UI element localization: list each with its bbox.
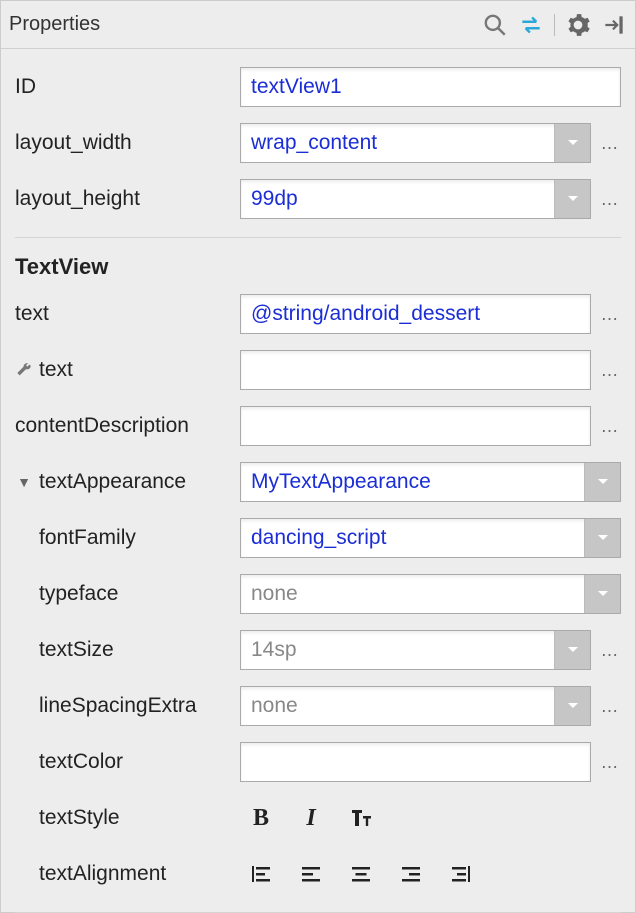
swap-icon[interactable] [518, 12, 544, 38]
row-content-description: contentDescription … [15, 398, 621, 454]
text-style-buttons: B I [240, 803, 376, 833]
combo-value: none [241, 687, 554, 725]
more-button[interactable]: … [599, 696, 621, 717]
collapse-triangle-icon[interactable]: ▼ [15, 474, 33, 490]
label-font-family: fontFamily [15, 526, 240, 550]
row-text-style: textStyle B I [15, 790, 621, 846]
combo-layout-width[interactable]: wrap_content [240, 123, 591, 163]
label-text-span: textAppearance [39, 470, 186, 494]
label-line-spacing: lineSpacingExtra [15, 694, 240, 718]
combo-line-spacing[interactable]: none [240, 686, 591, 726]
row-text-appearance: ▼ textAppearance MyTextAppearance [15, 454, 621, 510]
combo-value: dancing_script [241, 519, 584, 557]
input-content-description[interactable] [240, 406, 591, 446]
label-text-span: text [39, 358, 73, 382]
align-viewend-button[interactable] [446, 859, 476, 889]
chevron-down-icon[interactable] [554, 124, 590, 162]
gear-icon[interactable] [565, 12, 591, 38]
section-title-textview: TextView [15, 244, 621, 286]
input-text-color[interactable] [240, 742, 591, 782]
row-layout-height: layout_height 99dp … [15, 171, 621, 227]
label-content-description: contentDescription [15, 414, 240, 438]
row-id: ID textView1 [15, 59, 621, 115]
more-button[interactable]: … [599, 360, 621, 381]
align-right-button[interactable] [396, 859, 426, 889]
label-text-appearance: ▼ textAppearance [15, 470, 240, 494]
properties-panel: ID textView1 layout_width wrap_content …… [1, 49, 635, 913]
input-tools-text[interactable] [240, 350, 591, 390]
combo-text-size[interactable]: 14sp [240, 630, 591, 670]
chevron-down-icon[interactable] [584, 519, 620, 557]
label-text-style: textStyle [15, 806, 240, 830]
more-button[interactable]: … [599, 752, 621, 773]
label-text-color: textColor [15, 750, 240, 774]
combo-font-family[interactable]: dancing_script [240, 518, 621, 558]
label-text: text [15, 302, 240, 326]
separator [554, 14, 555, 36]
row-text: text @string/android_dessert … [15, 286, 621, 342]
wrench-icon [15, 362, 33, 378]
row-line-spacing-extra: lineSpacingExtra none … [15, 678, 621, 734]
chevron-down-icon[interactable] [554, 687, 590, 725]
search-icon[interactable] [482, 12, 508, 38]
combo-value: 99dp [241, 180, 554, 218]
more-button[interactable]: … [599, 304, 621, 325]
label-id: ID [15, 75, 240, 99]
chevron-down-icon[interactable] [584, 575, 620, 613]
italic-button[interactable]: I [296, 803, 326, 833]
row-font-family: fontFamily dancing_script [15, 510, 621, 566]
input-text[interactable]: @string/android_dessert [240, 294, 591, 334]
combo-value: wrap_content [241, 124, 554, 162]
combo-layout-height[interactable]: 99dp [240, 179, 591, 219]
text-alignment-buttons [240, 859, 476, 889]
row-typeface: typeface none [15, 566, 621, 622]
align-center-button[interactable] [346, 859, 376, 889]
bold-button[interactable]: B [246, 803, 276, 833]
row-text-color: textColor … [15, 734, 621, 790]
row-tools-text: text … [15, 342, 621, 398]
row-layout-width: layout_width wrap_content … [15, 115, 621, 171]
label-text-alignment: textAlignment [15, 862, 240, 886]
align-viewstart-button[interactable] [246, 859, 276, 889]
header-toolbar [482, 12, 627, 38]
label-layout-width: layout_width [15, 131, 240, 155]
label-tools-text: text [15, 358, 240, 382]
panel-title: Properties [9, 13, 482, 36]
allcaps-button[interactable] [346, 803, 376, 833]
row-text-alignment: textAlignment [15, 846, 621, 902]
input-id[interactable]: textView1 [240, 67, 621, 107]
chevron-down-icon[interactable] [554, 180, 590, 218]
combo-value: MyTextAppearance [241, 463, 584, 501]
minimize-icon[interactable] [601, 12, 627, 38]
more-button[interactable]: … [599, 640, 621, 661]
label-text-size: textSize [15, 638, 240, 662]
combo-value: none [241, 575, 584, 613]
combo-text-appearance[interactable]: MyTextAppearance [240, 462, 621, 502]
chevron-down-icon[interactable] [554, 631, 590, 669]
combo-value: 14sp [241, 631, 554, 669]
more-button[interactable]: … [599, 416, 621, 437]
label-typeface: typeface [15, 582, 240, 606]
divider [15, 237, 621, 238]
more-button[interactable]: … [599, 189, 621, 210]
chevron-down-icon[interactable] [584, 463, 620, 501]
more-button[interactable]: … [599, 133, 621, 154]
label-layout-height: layout_height [15, 187, 240, 211]
align-left-button[interactable] [296, 859, 326, 889]
properties-header: Properties [1, 1, 635, 49]
combo-typeface[interactable]: none [240, 574, 621, 614]
row-text-size: textSize 14sp … [15, 622, 621, 678]
